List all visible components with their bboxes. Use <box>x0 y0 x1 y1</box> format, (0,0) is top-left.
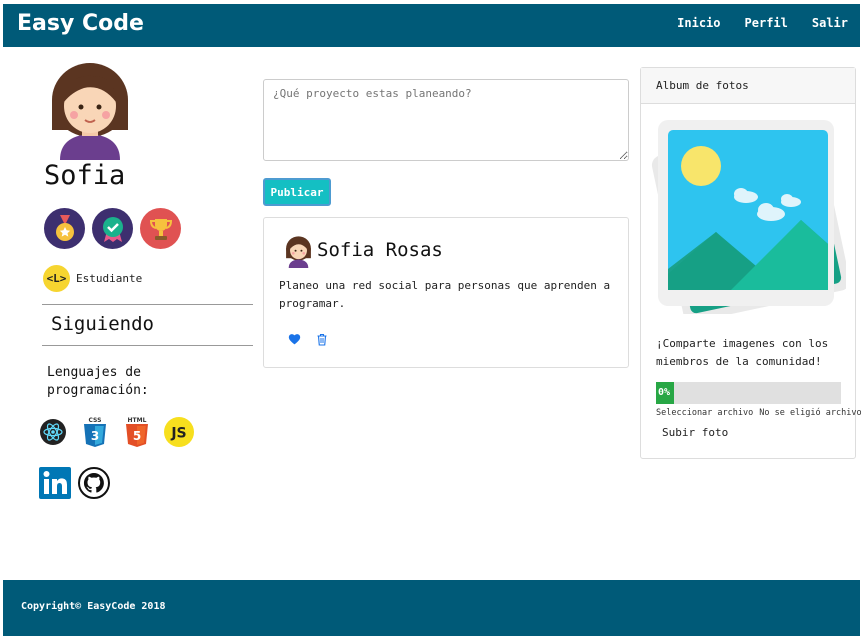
css-label: CSS <box>89 417 102 424</box>
album-header: Album de fotos <box>641 68 855 104</box>
post-card: Sofia Rosas Planeo una red social para p… <box>263 217 629 368</box>
level-icon: <L> <box>43 265 70 292</box>
nav-perfil-link[interactable]: Perfil <box>745 16 788 30</box>
heart-icon[interactable] <box>287 332 301 346</box>
publish-button[interactable]: Publicar <box>263 178 331 206</box>
nav-links: Inicio Perfil Salir <box>677 16 848 30</box>
post-author-name[interactable]: Sofia Rosas <box>317 239 443 261</box>
nav-salir-link[interactable]: Salir <box>812 16 848 30</box>
level-indicator: <L> Estudiante <box>43 265 142 292</box>
upload-progress-fill: 0% <box>656 382 674 404</box>
html-label: HTML <box>128 417 147 424</box>
upload-progress-bar: 0% <box>656 382 841 404</box>
profile-avatar <box>50 62 130 160</box>
album-description: ¡Comparte imagenes con los miembros de l… <box>656 337 829 368</box>
file-input[interactable]: Seleccionar archivo No se eligió archivo <box>656 408 862 418</box>
css3-icon: CSS 3 <box>80 416 110 448</box>
divider <box>42 345 253 346</box>
trash-icon[interactable] <box>315 332 329 346</box>
profile-name: Sofia <box>44 160 126 191</box>
navbar: Easy Code Inicio Perfil Salir <box>3 4 860 47</box>
post-body: Planeo una red social para personas que … <box>279 279 611 310</box>
post-actions <box>287 332 329 346</box>
nav-inicio-link[interactable]: Inicio <box>677 16 720 30</box>
languages-list: CSS 3 HTML 5 JS <box>38 416 194 448</box>
choose-file-button[interactable]: Seleccionar archivo <box>656 408 753 418</box>
brand-logo[interactable]: Easy Code <box>17 11 144 36</box>
js-label: JS <box>170 426 186 442</box>
react-icon <box>38 416 68 448</box>
linkedin-icon[interactable] <box>38 466 72 500</box>
copyright-text: Copyright© EasyCode 2018 <box>21 601 166 612</box>
javascript-icon: JS <box>164 416 194 448</box>
html5-icon: HTML 5 <box>122 416 152 448</box>
ribbon-badge-icon <box>92 208 133 249</box>
github-icon[interactable] <box>77 466 111 500</box>
post-composer-input[interactable] <box>263 79 629 161</box>
medal-badge-icon <box>44 208 85 249</box>
languages-title: Lenguajes de programación: <box>47 365 149 398</box>
photo-album-card: Album de fotos ¡Comparte imagenes con lo… <box>640 67 862 459</box>
footer: Copyright© EasyCode 2018 <box>3 580 860 636</box>
upload-photo-button[interactable]: Subir foto <box>662 426 728 439</box>
badge-list <box>44 208 181 249</box>
gallery-image-icon <box>646 114 850 322</box>
svg-text:5: 5 <box>133 429 141 443</box>
post-author-avatar <box>285 236 312 268</box>
svg-text:3: 3 <box>91 429 99 443</box>
social-list <box>38 466 111 500</box>
file-status: No se eligió archivo <box>759 408 862 418</box>
following-label[interactable]: Siguiendo <box>51 313 154 335</box>
divider <box>42 304 253 305</box>
level-label: Estudiante <box>76 272 143 285</box>
trophy-badge-icon <box>140 208 181 249</box>
